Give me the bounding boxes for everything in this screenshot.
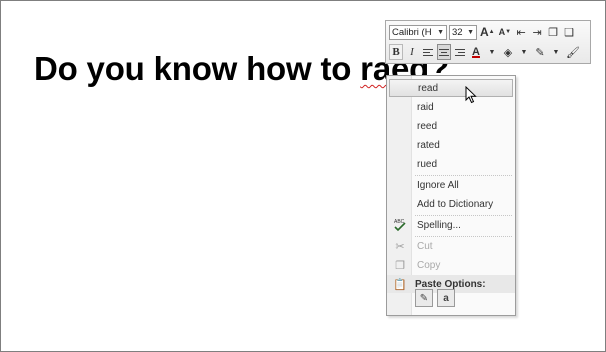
suggestion-rued[interactable]: rued — [389, 155, 513, 173]
font-size-value: 32 — [452, 26, 463, 38]
suggestion-rated[interactable]: rated — [389, 136, 513, 154]
shrink-font-button[interactable]: A ▼ — [498, 24, 512, 40]
paste-format-button[interactable]: ❑ — [562, 24, 576, 40]
suggestion-label: reed — [417, 120, 438, 132]
suggestion-label: read — [418, 82, 439, 94]
grow-font-button[interactable]: A ▲ — [479, 24, 496, 40]
cut-label: Cut — [417, 240, 433, 252]
align-right-button[interactable] — [453, 44, 467, 60]
font-color-icon: A — [472, 46, 480, 58]
suggestion-raid[interactable]: raid — [389, 98, 513, 116]
chevron-down-icon: ▼ — [437, 28, 444, 36]
italic-button[interactable]: I — [405, 44, 419, 60]
paste-options-label: Paste Options: — [415, 278, 486, 290]
copy-item[interactable]: ❐ Copy — [389, 256, 513, 274]
paste-options-row: ✎ a — [415, 289, 455, 307]
pencil-icon: ✎ — [535, 46, 545, 59]
align-right-icon — [455, 47, 465, 58]
paste-destination-theme-icon: ✎ — [419, 292, 429, 304]
mini-toolbar: Calibri (H ▼ 32 ▼ A ▲ A ▼ ⇤ ⇥ ❐ ❑ B I A ▼ … — [385, 20, 591, 64]
grow-font-icon: A — [480, 25, 489, 39]
align-center-icon — [439, 47, 449, 58]
chevron-down-icon: ▼ — [467, 28, 474, 36]
align-left-icon — [423, 47, 433, 58]
chevron-down-icon: ▼ — [488, 48, 496, 56]
spellcheck-icon: ABC — [389, 218, 411, 232]
brush-icon: 🖌 — [566, 46, 580, 59]
format-painter-button[interactable]: ❐ — [546, 24, 560, 40]
increase-indent-button[interactable]: ⇥ — [530, 24, 544, 40]
italic-icon: I — [410, 46, 414, 58]
suggestion-read[interactable]: read — [389, 79, 513, 97]
shape-outline-button[interactable]: ✎ — [533, 44, 547, 60]
align-center-button[interactable] — [437, 44, 451, 60]
spelling-label: Spelling... — [417, 219, 461, 231]
mouse-pointer-icon — [465, 85, 477, 109]
chevron-down-icon: ▼ — [520, 48, 528, 56]
chevron-down-icon: ▼ — [552, 48, 560, 56]
spelling-context-menu: read raid reed rated rued Ignore All Add… — [386, 75, 516, 316]
paste-use-destination-theme-button[interactable]: ✎ — [415, 289, 433, 307]
bold-button[interactable]: B — [389, 44, 403, 60]
spelling-item[interactable]: ABC Spelling... — [389, 216, 513, 234]
increase-indent-icon: ⇥ — [532, 26, 542, 39]
bold-icon: B — [392, 46, 400, 58]
clipboard-icon: 📋 — [393, 278, 407, 291]
shape-fill-dropdown[interactable]: ▼ — [517, 44, 531, 60]
add-to-dictionary-label: Add to Dictionary — [417, 198, 494, 210]
copy-label: Copy — [417, 259, 441, 271]
paste-keep-text-only-button[interactable]: a — [437, 289, 455, 307]
suggestion-label: raid — [417, 101, 434, 113]
font-color-button[interactable]: A — [469, 44, 483, 60]
text-before: Do you know how to — [34, 50, 361, 87]
copy-icon: ❐ — [395, 259, 405, 272]
shape-outline-dropdown[interactable]: ▼ — [549, 44, 563, 60]
decrease-indent-button[interactable]: ⇤ — [514, 24, 528, 40]
font-color-dropdown[interactable]: ▼ — [485, 44, 499, 60]
font-name-value: Calibri (H — [392, 26, 432, 38]
format-painter-brush-button[interactable]: 🖌 — [565, 44, 581, 60]
font-size-combo[interactable]: 32 ▼ — [449, 24, 477, 40]
paint-bucket-icon: ◈ — [503, 46, 513, 59]
add-to-dictionary-item[interactable]: Add to Dictionary — [389, 195, 513, 213]
font-name-combo[interactable]: Calibri (H ▼ — [389, 24, 447, 40]
shape-fill-button[interactable]: ◈ — [501, 44, 515, 60]
decrease-indent-icon: ⇤ — [516, 26, 526, 39]
scissors-icon: ✂ — [395, 240, 405, 253]
suggestion-label: rued — [417, 158, 438, 170]
layers-icon: ❑ — [564, 26, 575, 39]
ignore-all-label: Ignore All — [417, 179, 459, 191]
suggestion-label: rated — [417, 139, 440, 151]
ignore-all-item[interactable]: Ignore All — [389, 176, 513, 194]
cut-item[interactable]: ✂ Cut — [389, 237, 513, 255]
suggestion-reed[interactable]: reed — [389, 117, 513, 135]
paste-text-only-icon: a — [443, 292, 449, 304]
copy-format-icon: ❐ — [548, 26, 559, 39]
align-left-button[interactable] — [421, 44, 435, 60]
